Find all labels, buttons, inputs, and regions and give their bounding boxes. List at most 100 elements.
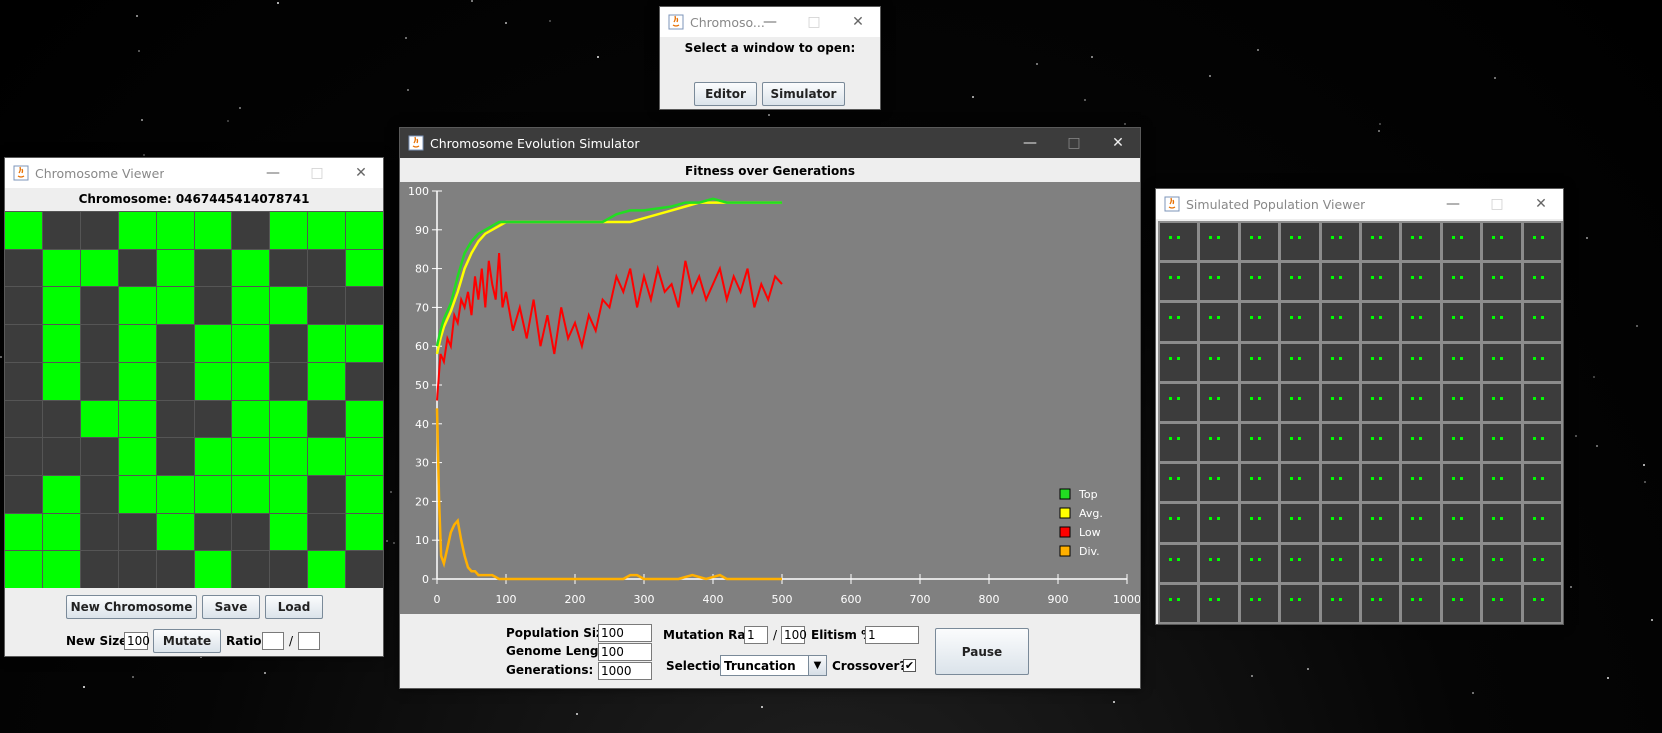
gene-cell[interactable]	[80, 438, 118, 475]
individual-cell[interactable]	[1240, 424, 1279, 462]
individual-cell[interactable]	[1402, 343, 1440, 381]
individual-cell[interactable]	[1160, 263, 1198, 301]
crossover-checkbox[interactable]: ✔	[903, 659, 916, 672]
individual-cell[interactable]	[1160, 584, 1198, 622]
individual-cell[interactable]	[1402, 223, 1440, 261]
launcher-titlebar[interactable]: Chromoso... — □ ✕	[660, 7, 880, 37]
individual-cell[interactable]	[1442, 424, 1481, 462]
individual-cell[interactable]	[1321, 263, 1359, 301]
gene-cell[interactable]	[232, 212, 270, 249]
gene-cell[interactable]	[270, 513, 308, 551]
individual-cell[interactable]	[1281, 464, 1319, 502]
gene-cell[interactable]	[308, 400, 346, 438]
gene-cell[interactable]	[308, 249, 346, 287]
gene-cell[interactable]	[5, 551, 42, 588]
individual-cell[interactable]	[1402, 424, 1440, 462]
gene-cell[interactable]	[270, 287, 308, 325]
gene-cell[interactable]	[156, 212, 194, 249]
gene-cell[interactable]	[232, 475, 270, 513]
gene-cell[interactable]	[5, 287, 42, 325]
gene-cell[interactable]	[156, 438, 194, 475]
gene-cell[interactable]	[42, 287, 80, 325]
gene-cell[interactable]	[308, 362, 346, 400]
individual-cell[interactable]	[1483, 263, 1521, 301]
gene-cell[interactable]	[80, 287, 118, 325]
gene-cell[interactable]	[5, 325, 42, 362]
gene-cell[interactable]	[232, 551, 270, 588]
gene-cell[interactable]	[346, 438, 383, 475]
gene-cell[interactable]	[42, 475, 80, 513]
gene-cell[interactable]	[346, 513, 383, 551]
gene-cell[interactable]	[118, 362, 156, 400]
mutation-rate-denominator-field[interactable]: 100	[781, 626, 807, 644]
gene-cell[interactable]	[308, 438, 346, 475]
save-button[interactable]: Save	[202, 595, 260, 619]
gene-cell[interactable]	[156, 325, 194, 362]
individual-cell[interactable]	[1281, 584, 1319, 622]
gene-cell[interactable]	[5, 513, 42, 551]
gene-cell[interactable]	[5, 212, 42, 249]
individual-cell[interactable]	[1160, 424, 1198, 462]
gene-cell[interactable]	[308, 551, 346, 588]
individual-cell[interactable]	[1321, 424, 1359, 462]
mutation-rate-numerator-field[interactable]: 1	[744, 626, 768, 644]
gene-cell[interactable]	[80, 212, 118, 249]
individual-cell[interactable]	[1160, 343, 1198, 381]
individual-cell[interactable]	[1523, 263, 1561, 301]
gene-cell[interactable]	[346, 475, 383, 513]
individual-cell[interactable]	[1483, 343, 1521, 381]
individual-cell[interactable]	[1362, 383, 1400, 421]
gene-cell[interactable]	[308, 212, 346, 249]
individual-cell[interactable]	[1240, 584, 1279, 622]
individual-cell[interactable]	[1442, 383, 1481, 421]
load-button[interactable]: Load	[265, 595, 323, 619]
individual-cell[interactable]	[1321, 303, 1359, 341]
individual-cell[interactable]	[1523, 504, 1561, 542]
individual-cell[interactable]	[1321, 504, 1359, 542]
gene-cell[interactable]	[232, 400, 270, 438]
gene-cell[interactable]	[156, 362, 194, 400]
individual-cell[interactable]	[1442, 343, 1481, 381]
minimize-icon[interactable]: —	[251, 158, 295, 188]
individual-cell[interactable]	[1281, 263, 1319, 301]
individual-cell[interactable]	[1402, 584, 1440, 622]
individual-cell[interactable]	[1402, 504, 1440, 542]
individual-cell[interactable]	[1442, 303, 1481, 341]
individual-cell[interactable]	[1362, 263, 1400, 301]
pause-button[interactable]: Pause	[935, 628, 1029, 675]
individual-cell[interactable]	[1362, 504, 1400, 542]
individual-cell[interactable]	[1362, 584, 1400, 622]
individual-cell[interactable]	[1442, 504, 1481, 542]
gene-cell[interactable]	[156, 400, 194, 438]
gene-cell[interactable]	[80, 400, 118, 438]
gene-cell[interactable]	[308, 513, 346, 551]
gene-cell[interactable]	[346, 212, 383, 249]
individual-cell[interactable]	[1200, 584, 1238, 622]
ratio-numerator-field[interactable]	[262, 632, 284, 650]
gene-cell[interactable]	[5, 400, 42, 438]
individual-cell[interactable]	[1281, 544, 1319, 582]
individual-cell[interactable]	[1442, 263, 1481, 301]
gene-cell[interactable]	[5, 475, 42, 513]
gene-cell[interactable]	[270, 212, 308, 249]
individual-cell[interactable]	[1523, 584, 1561, 622]
population-grid[interactable]	[1158, 221, 1563, 624]
individual-cell[interactable]	[1523, 383, 1561, 421]
gene-cell[interactable]	[270, 249, 308, 287]
selection-dropdown[interactable]: Truncation ▼	[720, 655, 827, 676]
gene-cell[interactable]	[270, 325, 308, 362]
individual-cell[interactable]	[1200, 303, 1238, 341]
individual-cell[interactable]	[1200, 424, 1238, 462]
individual-cell[interactable]	[1321, 343, 1359, 381]
individual-cell[interactable]	[1240, 504, 1279, 542]
individual-cell[interactable]	[1160, 544, 1198, 582]
individual-cell[interactable]	[1402, 383, 1440, 421]
individual-cell[interactable]	[1240, 223, 1279, 261]
gene-cell[interactable]	[156, 513, 194, 551]
individual-cell[interactable]	[1160, 383, 1198, 421]
individual-cell[interactable]	[1281, 303, 1319, 341]
gene-cell[interactable]	[194, 513, 232, 551]
gene-cell[interactable]	[194, 438, 232, 475]
gene-cell[interactable]	[194, 287, 232, 325]
individual-cell[interactable]	[1362, 464, 1400, 502]
